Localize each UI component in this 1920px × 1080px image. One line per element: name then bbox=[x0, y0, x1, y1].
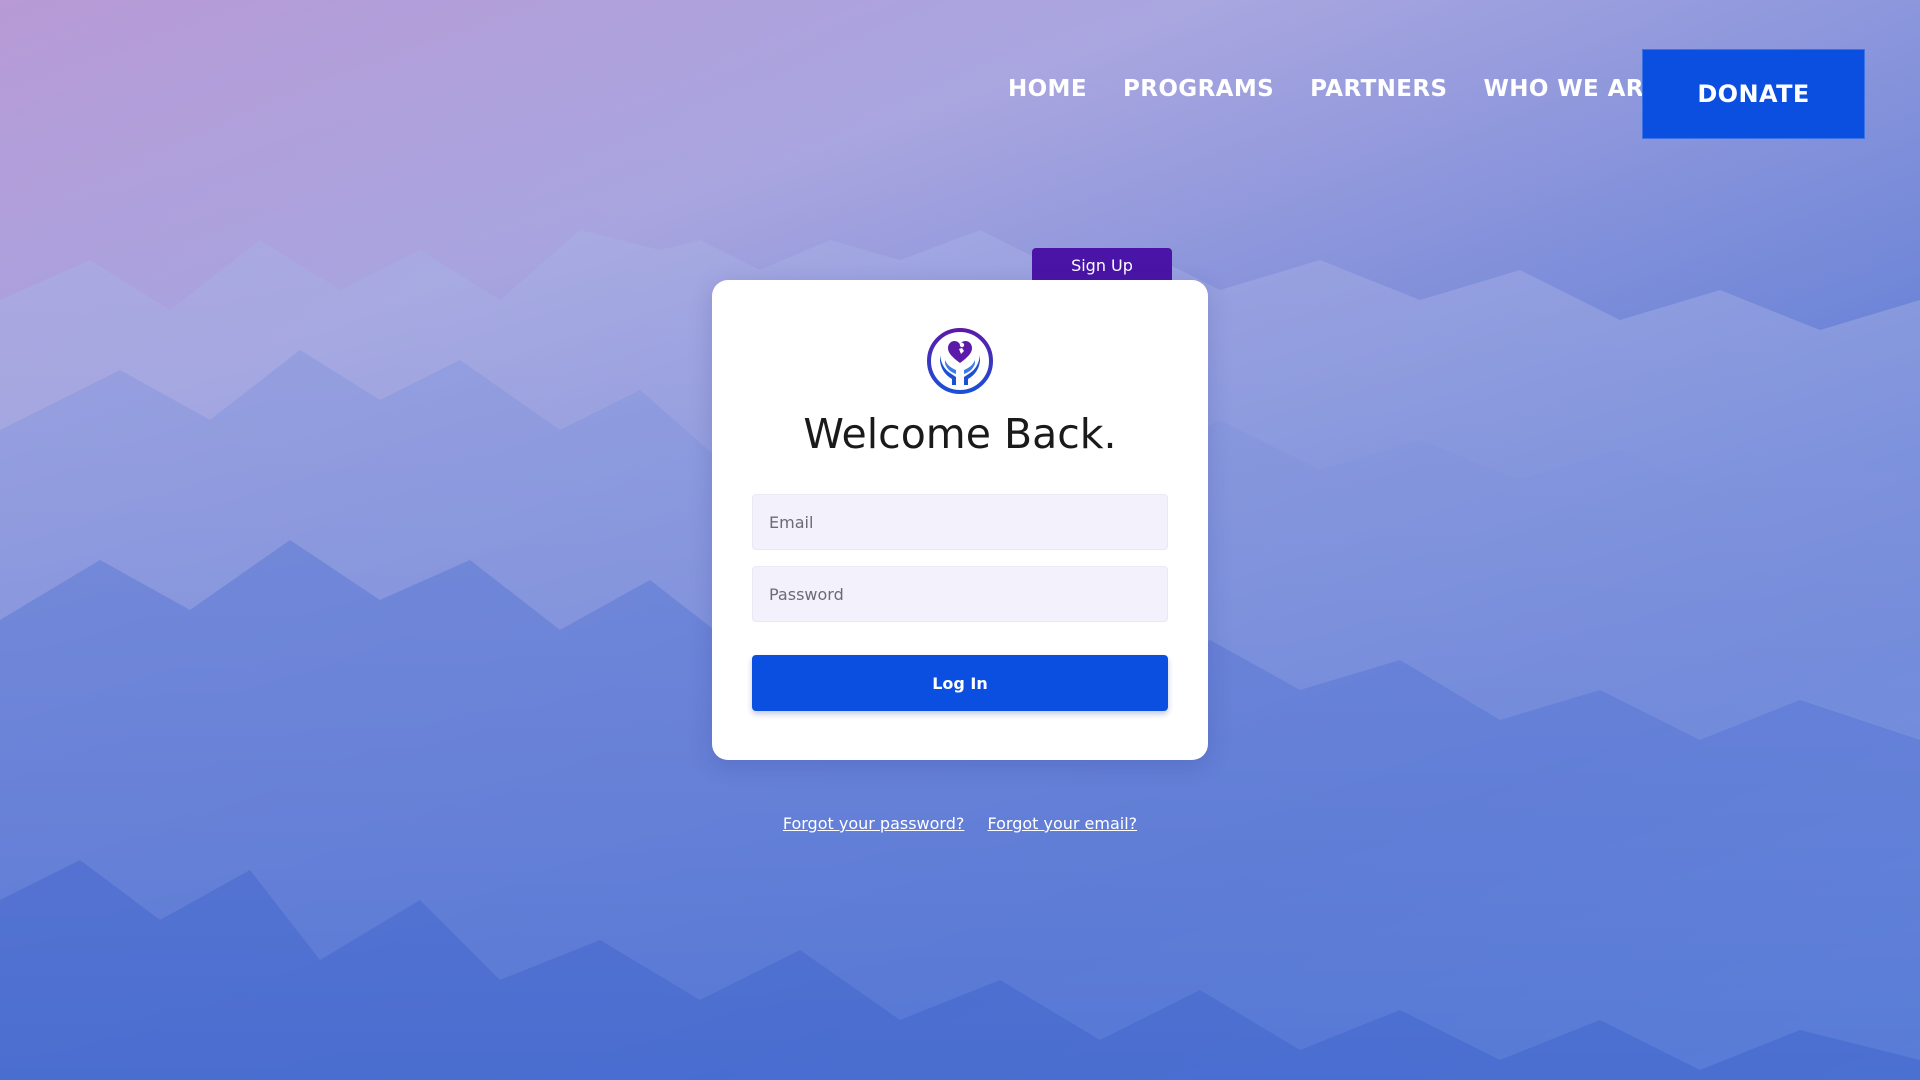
nav-partners[interactable]: PARTNERS bbox=[1310, 76, 1447, 102]
top-nav: HOME PROGRAMS PARTNERS WHO WE ARE DONATE bbox=[0, 0, 1920, 190]
heart-hands-icon bbox=[926, 327, 994, 395]
log-in-button[interactable]: Log In bbox=[752, 655, 1168, 711]
donate-button[interactable]: DONATE bbox=[1642, 49, 1865, 139]
welcome-title: Welcome Back. bbox=[803, 410, 1117, 458]
email-field[interactable] bbox=[752, 494, 1168, 550]
sign-up-tab[interactable]: Sign Up bbox=[1032, 248, 1172, 282]
forgot-email-link[interactable]: Forgot your email? bbox=[987, 814, 1137, 833]
nav-who-we-are[interactable]: WHO WE ARE bbox=[1484, 76, 1661, 102]
login-card: Welcome Back. Log In bbox=[712, 280, 1208, 760]
nav-programs[interactable]: PROGRAMS bbox=[1123, 76, 1274, 102]
password-field[interactable] bbox=[752, 566, 1168, 622]
forgot-password-link[interactable]: Forgot your password? bbox=[783, 814, 965, 833]
nav-links: HOME PROGRAMS PARTNERS WHO WE ARE bbox=[1008, 76, 1660, 102]
forgot-links: Forgot your password? Forgot your email? bbox=[0, 814, 1920, 833]
nav-home[interactable]: HOME bbox=[1008, 76, 1087, 102]
